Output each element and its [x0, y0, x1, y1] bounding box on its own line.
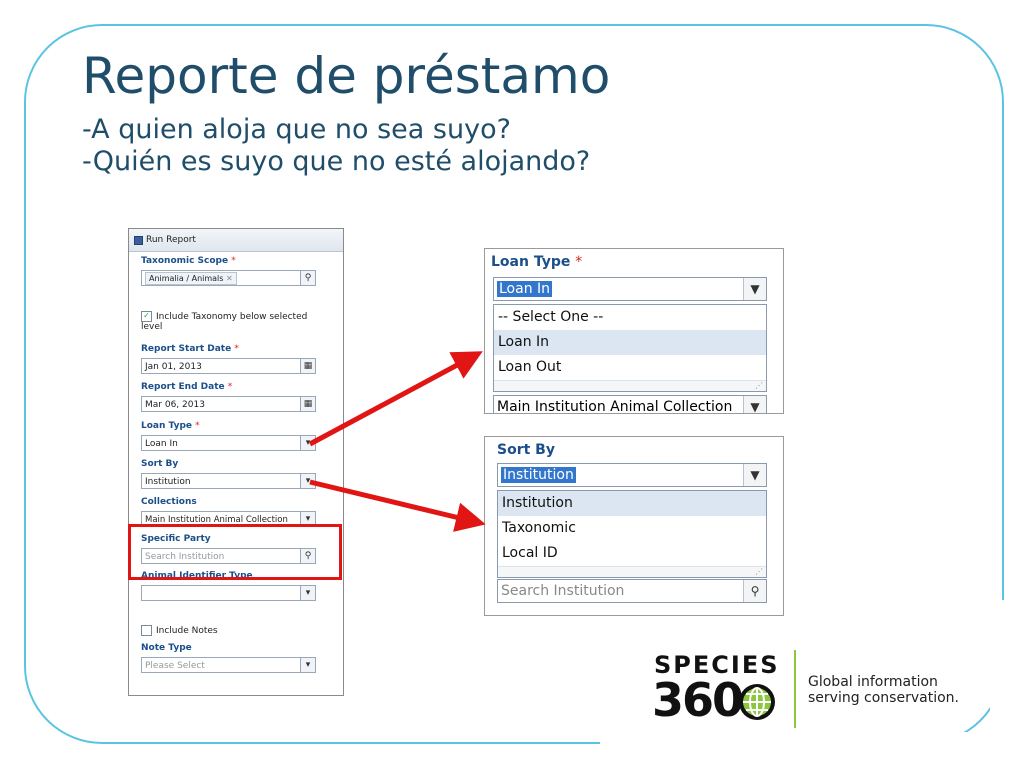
- collections-select[interactable]: Main Institution Animal Collection ▼: [493, 395, 767, 413]
- option-taxonomic[interactable]: Taxonomic: [498, 516, 766, 541]
- option-select-one[interactable]: -- Select One --: [494, 305, 766, 330]
- run-report-panel: Run Report Taxonomic Scope * Animalia / …: [128, 228, 344, 696]
- sort-by-options: Institution Taxonomic Local ID ⋰: [497, 490, 767, 578]
- include-notes-checkbox[interactable]: Include Notes: [141, 625, 218, 636]
- taxonomic-scope-label: Taxonomic Scope *: [141, 256, 236, 266]
- include-taxonomy-checkbox[interactable]: ✓ Include Taxonomy below selected level: [141, 311, 321, 332]
- sort-by-select[interactable]: Institution ▾: [141, 473, 316, 489]
- slide-question-2: -Quién es suyo que no esté alojando?: [82, 146, 591, 177]
- collections-label: Collections: [141, 497, 197, 507]
- end-date-label: Report End Date *: [141, 382, 233, 392]
- option-loan-out[interactable]: Loan Out: [494, 355, 766, 380]
- chevron-down-icon[interactable]: ▾: [300, 657, 316, 673]
- sort-by-label: Sort By: [497, 442, 555, 458]
- loan-type-options: -- Select One -- Loan In Loan Out ⋰: [493, 304, 767, 392]
- note-type-label: Note Type: [141, 643, 192, 653]
- sort-by-select[interactable]: Institution ▼: [497, 463, 767, 487]
- search-icon[interactable]: ⚲: [300, 270, 316, 286]
- sort-by-dropdown-zoom: Sort By Institution ▼ Institution Taxono…: [484, 436, 784, 616]
- logo-divider: [794, 650, 796, 728]
- selected-value: Institution: [501, 467, 576, 483]
- slide-question-1: -A quien aloja que no sea suyo?: [82, 114, 511, 145]
- option-local-id[interactable]: Local ID: [498, 541, 766, 566]
- checkbox-unchecked-icon[interactable]: [141, 625, 152, 636]
- loan-type-select[interactable]: Loan In ▾: [141, 435, 316, 451]
- taxonomic-scope-field[interactable]: Animalia / Animals ✕ ⚲: [141, 270, 316, 286]
- option-loan-in[interactable]: Loan In: [494, 330, 766, 355]
- panel-header[interactable]: Run Report: [129, 229, 343, 252]
- specific-party-highlight: [128, 524, 342, 580]
- option-institution[interactable]: Institution: [498, 491, 766, 516]
- animal-identifier-type-select[interactable]: ▾: [141, 585, 316, 601]
- resize-grip-icon[interactable]: ⋰: [494, 380, 766, 391]
- resize-grip-icon[interactable]: ⋰: [498, 566, 766, 577]
- remove-tag-icon: ✕: [226, 274, 233, 283]
- run-report-label: Run Report: [146, 235, 196, 245]
- globe-icon: [739, 684, 775, 720]
- chevron-down-icon[interactable]: ▾: [300, 585, 316, 601]
- logo-360: 360: [652, 673, 744, 727]
- chevron-down-icon[interactable]: ▼: [743, 464, 766, 486]
- specific-party-input[interactable]: Search Institution ⚲: [497, 579, 767, 603]
- loan-type-select[interactable]: Loan In ▼: [493, 277, 767, 301]
- slide-title: Reporte de préstamo: [82, 47, 611, 105]
- save-icon: [134, 235, 143, 245]
- note-type-select[interactable]: Please Select ▾: [141, 657, 316, 673]
- search-icon[interactable]: ⚲: [743, 580, 766, 602]
- logo-tagline: Global information serving conservation.: [808, 674, 959, 706]
- loan-type-label: Loan Type *: [141, 421, 200, 431]
- calendar-icon[interactable]: ▦: [300, 358, 316, 374]
- calendar-icon[interactable]: ▦: [300, 396, 316, 412]
- checkbox-checked-icon[interactable]: ✓: [141, 311, 152, 322]
- start-date-label: Report Start Date *: [141, 344, 239, 354]
- selected-value: Loan In: [497, 281, 553, 297]
- sort-by-label: Sort By: [141, 459, 179, 469]
- taxonomic-scope-tag[interactable]: Animalia / Animals ✕: [145, 272, 237, 285]
- chevron-down-icon[interactable]: ▾: [300, 473, 316, 489]
- chevron-down-icon[interactable]: ▼: [743, 396, 766, 413]
- chevron-down-icon[interactable]: ▼: [743, 278, 766, 300]
- end-date-field[interactable]: Mar 06, 2013 ▦: [141, 396, 316, 412]
- loan-type-label: Loan Type *: [491, 254, 583, 270]
- loan-type-dropdown-zoom: Loan Type * Loan In ▼ -- Select One -- L…: [484, 248, 784, 414]
- chevron-down-icon[interactable]: ▾: [300, 435, 316, 451]
- start-date-field[interactable]: Jan 01, 2013 ▦: [141, 358, 316, 374]
